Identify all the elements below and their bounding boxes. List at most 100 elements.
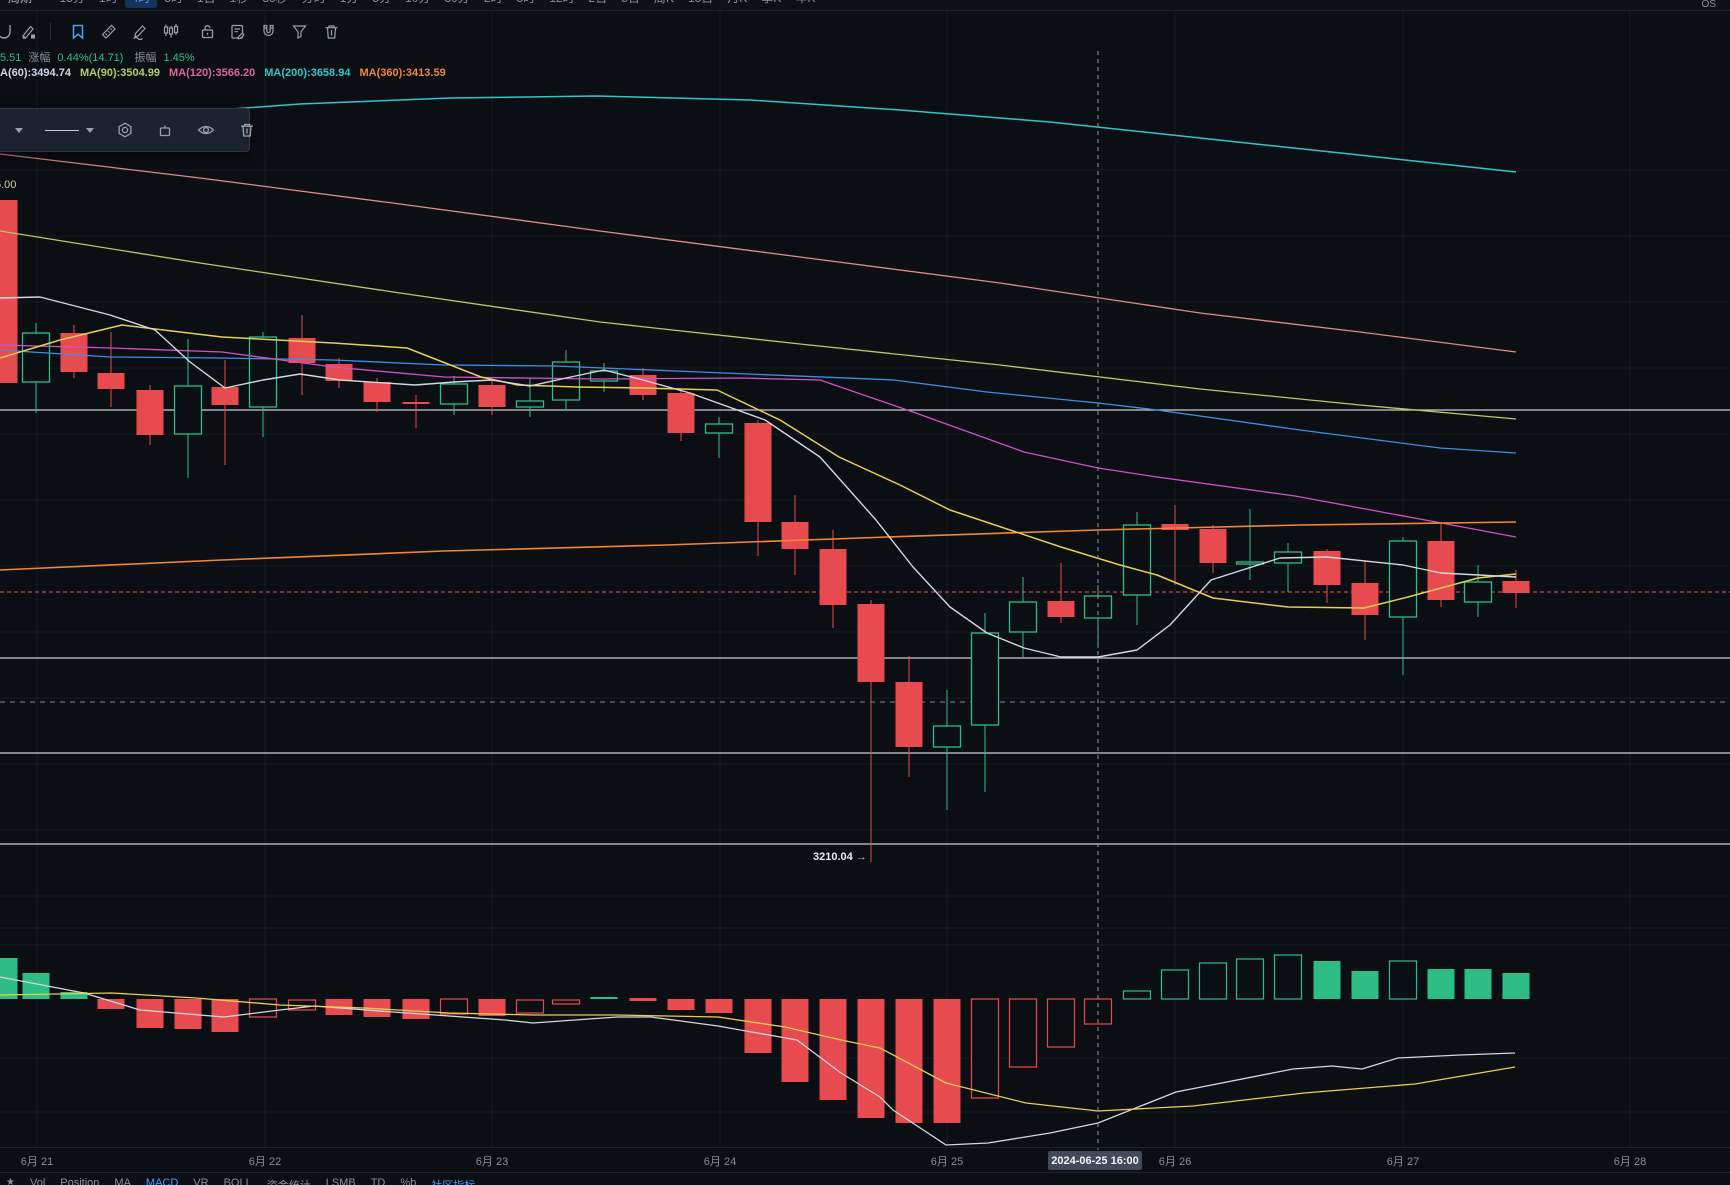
indicator-tab-BOLL[interactable]: BOLL: [224, 1177, 252, 1185]
candle: [970, 632, 1000, 726]
price-info-row: 5.51 涨幅 0.44%(14.71) 振幅 1.45%: [0, 49, 195, 65]
volume-bar: [781, 999, 809, 1082]
line-style-dropdown[interactable]: [34, 109, 105, 151]
delete-drawing-button[interactable]: [227, 109, 267, 151]
low-price-annotation: 3210.04 →: [813, 851, 867, 863]
filter-button[interactable]: [288, 20, 310, 42]
candle: [1047, 601, 1075, 617]
candlestick-pattern-button[interactable]: [159, 20, 181, 42]
candle: [781, 522, 809, 549]
drawing-toolbar: [0, 14, 460, 50]
indicator-tab-社区指标[interactable]: 社区指标: [431, 1177, 475, 1185]
timeframe-12时[interactable]: 12时: [542, 0, 581, 8]
timeframe-季K[interactable]: 季K: [754, 0, 788, 8]
candle: [667, 393, 695, 433]
volume-bar: [1313, 961, 1341, 999]
ma-value: MA(360):3413.59: [359, 67, 446, 79]
timeframe-4时[interactable]: 4时: [124, 0, 158, 8]
timeframe-1秒[interactable]: 1秒: [223, 0, 256, 8]
candle: [1388, 540, 1418, 618]
time-axis-label: 6月 28: [1613, 1156, 1647, 1168]
timeframe-年K[interactable]: 年K: [788, 0, 822, 8]
volume-bar: [1198, 962, 1228, 1000]
candle: [97, 373, 125, 389]
timeframe-30秒[interactable]: 30秒: [255, 0, 294, 8]
magnet-button[interactable]: [257, 20, 279, 42]
timeframe-3日[interactable]: 3日: [614, 0, 647, 8]
gear-icon: [118, 122, 132, 138]
timeframe-15日[interactable]: 15日: [681, 0, 720, 8]
candlestick-chart[interactable]: [0, 0, 1730, 1185]
indicator-tab-MA[interactable]: MA: [114, 1177, 131, 1185]
candle: [248, 336, 278, 408]
volume-bar: [629, 998, 657, 1001]
volume-bar: [439, 998, 469, 1015]
timeframe-10分[interactable]: 10分: [398, 0, 437, 8]
volume-bar: [895, 999, 923, 1123]
u-shape-icon: [0, 24, 11, 39]
timeframe-月K[interactable]: 月K: [720, 0, 754, 8]
indicator-tab-VR[interactable]: VR: [193, 1177, 208, 1185]
bookmark-button[interactable]: [66, 20, 88, 42]
lock-button[interactable]: [145, 109, 185, 151]
indicator-tab-TD[interactable]: TD: [371, 1177, 386, 1185]
candles: [0, 200, 1530, 862]
time-axis-label: 6月 26: [1158, 1156, 1192, 1168]
color-dropdown[interactable]: [0, 109, 34, 151]
time-axis-label: 6月 25: [930, 1156, 964, 1168]
timeframe-分时[interactable]: 分时: [295, 0, 333, 8]
pencil-wave-button[interactable]: [128, 20, 150, 42]
lock-button[interactable]: [196, 20, 218, 42]
time-axis-label: 6月 24: [703, 1156, 737, 1168]
chevron-down-icon: ▾: [38, 0, 43, 3]
period-menu[interactable]: 周期: [8, 0, 32, 6]
candle: [1199, 529, 1227, 563]
price-axis-label: 6.00: [0, 179, 17, 191]
timeframe-1时[interactable]: 1时: [92, 0, 125, 8]
indicator-tab-%b[interactable]: %b: [400, 1177, 416, 1185]
close-value: 5.51: [0, 52, 22, 64]
time-axis-label: 6月 22: [248, 1156, 282, 1168]
candle: [439, 383, 469, 405]
timeframe-1日[interactable]: 1日: [190, 0, 223, 8]
amplitude-value: 1.45%: [163, 52, 195, 64]
indicator-tab-资金统计[interactable]: 资金统计: [267, 1177, 311, 1185]
indicator-tab-Vol[interactable]: Vol: [30, 1177, 45, 1185]
pencil-wave-icon: [132, 24, 146, 40]
candle: [819, 549, 847, 605]
visibility-button[interactable]: [185, 109, 227, 151]
settings-button[interactable]: [105, 109, 145, 151]
timeframe-2日[interactable]: 2日: [582, 0, 615, 8]
u-shape-button[interactable]: [0, 20, 15, 42]
timeframe-周K[interactable]: 周K: [647, 0, 681, 8]
volume-bar: [1502, 973, 1530, 999]
timeframe-2时[interactable]: 2时: [477, 0, 510, 8]
candle: [895, 682, 923, 747]
timeframe-15分[interactable]: 15分: [53, 0, 92, 8]
timeframe-3时[interactable]: 3时: [510, 0, 543, 8]
volume-bar: [744, 999, 772, 1053]
eye-icon: [197, 125, 215, 135]
indicator-tab-★[interactable]: ★: [6, 1177, 15, 1185]
doc-edit-icon: [230, 24, 245, 39]
trading-chart-app: 周期 ▾ 15分1时4时8时1日1秒30秒分时1分5分10分30分2时3时12时…: [0, 0, 1730, 1185]
ruler-button[interactable]: [97, 20, 119, 42]
timeframe-1分[interactable]: 1分: [333, 0, 366, 8]
indicator-tab-Position[interactable]: Position: [60, 1177, 99, 1185]
indicator-tab-LSMB[interactable]: LSMB: [326, 1177, 356, 1185]
volume-bar: [551, 999, 581, 1005]
line-style-icon: [45, 129, 79, 131]
candle: [1235, 561, 1265, 565]
volume-bar: [590, 997, 618, 999]
arrow-right-icon: →: [855, 851, 867, 863]
timeframe-5分[interactable]: 5分: [365, 0, 398, 8]
trash-button[interactable]: [320, 20, 342, 42]
volume-bar: [933, 999, 961, 1123]
volume-bar: [515, 999, 545, 1014]
timeframe-30分[interactable]: 30分: [437, 0, 476, 8]
indicator-tab-MACD[interactable]: MACD: [146, 1177, 178, 1185]
timeframe-8时[interactable]: 8时: [157, 0, 190, 8]
time-axis-label: 6月 27: [1386, 1156, 1420, 1168]
doc-edit-button[interactable]: [226, 20, 248, 42]
brush-cursor-button[interactable]: [17, 20, 39, 42]
